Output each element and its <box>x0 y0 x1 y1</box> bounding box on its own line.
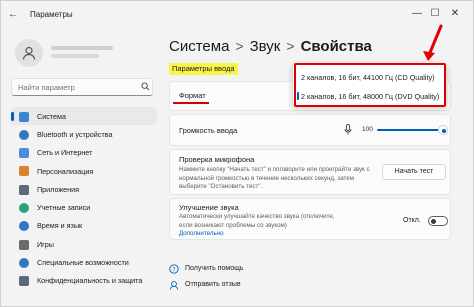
sidebar-item-bluetooth[interactable]: Bluetooth и устройства <box>11 125 157 143</box>
more-info-link[interactable]: Дополнительно <box>179 230 224 239</box>
sidebar-item-gaming[interactable]: Игры <box>11 235 157 253</box>
back-arrow-icon[interactable]: ← <box>7 9 19 21</box>
search-icon[interactable] <box>141 82 150 91</box>
page-title: Свойства <box>300 38 372 55</box>
sidebar-item-label: Специальные возможности <box>37 258 129 268</box>
sidebar-item-system[interactable]: Система <box>11 107 157 126</box>
volume-label: Громкость ввода <box>179 126 238 135</box>
sidebar-item-label: Время и язык <box>37 221 83 231</box>
sidebar-item-label: Персонализация <box>37 166 94 176</box>
app-title: Параметры <box>30 10 73 19</box>
shield-icon <box>19 276 29 287</box>
audio-enhance-description: Автоматически улучшайте качество звука (… <box>179 213 335 229</box>
send-feedback-link[interactable]: Отправить отзыв <box>185 281 241 288</box>
network-icon <box>19 148 29 159</box>
sidebar-item-label: Конфиденциальность и защита <box>37 276 143 286</box>
minimize-button[interactable]: — <box>409 7 425 21</box>
toggle-state-label: Откл. <box>403 217 421 224</box>
user-icon <box>22 46 36 60</box>
feedback-icon <box>170 281 178 290</box>
sidebar-item-label: Система <box>37 111 66 121</box>
breadcrumb-system[interactable]: Система <box>169 38 229 55</box>
format-label: Формат <box>179 91 206 100</box>
sidebar-item-accessibility[interactable]: Специальные возможности <box>11 253 157 271</box>
close-button[interactable]: ✕ <box>447 7 463 21</box>
volume-slider-thumb[interactable] <box>438 125 448 135</box>
svg-text:?: ? <box>172 267 175 274</box>
sidebar-item-privacy[interactable]: Конфиденциальность и защита <box>11 272 157 290</box>
sidebar-item-apps[interactable]: Приложения <box>11 180 157 198</box>
microphone-icon <box>344 124 352 135</box>
start-test-button[interactable]: Начать тест <box>382 164 446 180</box>
search-input[interactable] <box>11 78 153 96</box>
sidebar-nav: Система Bluetooth и устройства Сеть и Ин… <box>11 107 157 290</box>
user-email-redacted <box>51 54 99 58</box>
mic-test-title: Проверка микрофона <box>179 155 255 164</box>
volume-slider-track[interactable] <box>377 129 443 131</box>
annotation-arrow-icon <box>423 24 443 61</box>
breadcrumb: Система > Звук > Свойства <box>169 38 372 55</box>
brush-icon <box>19 166 29 177</box>
sidebar-item-label: Сеть и Интернет <box>37 148 93 158</box>
settings-window: ← Параметры — ☐ ✕ Система Bluetooth и ус… <box>0 0 474 307</box>
audio-enhance-title: Улучшение звука <box>179 203 239 212</box>
audio-enhance-toggle[interactable] <box>428 216 448 226</box>
breadcrumb-separator: > <box>286 38 295 54</box>
globe-icon <box>19 221 29 232</box>
breadcrumb-separator: > <box>235 38 244 54</box>
gamepad-icon <box>19 239 29 250</box>
sidebar-item-label: Приложения <box>37 184 80 194</box>
get-help-link[interactable]: Получить помощь <box>185 265 244 272</box>
breadcrumb-sound[interactable]: Звук <box>250 38 281 55</box>
monitor-icon <box>19 111 29 122</box>
account-icon <box>19 202 29 213</box>
sidebar-item-label: Учетные записи <box>37 203 91 213</box>
annotation-underline <box>173 102 209 104</box>
sidebar-item-label: Bluetooth и устройства <box>37 129 113 139</box>
sidebar-item-label: Игры <box>37 239 54 249</box>
sidebar-item-network[interactable]: Сеть и Интернет <box>11 144 157 162</box>
annotation-highlight-box <box>294 63 446 107</box>
user-name-redacted <box>51 46 113 50</box>
help-icon: ? <box>169 264 179 274</box>
bluetooth-icon <box>19 129 29 140</box>
avatar[interactable] <box>15 39 43 67</box>
apps-icon <box>19 184 29 195</box>
sidebar-item-personalization[interactable]: Персонализация <box>11 162 157 180</box>
sidebar-item-accounts[interactable]: Учетные записи <box>11 198 157 216</box>
accessibility-icon <box>19 257 29 268</box>
mic-test-description: Нажмите кнопку "Начать тест" и поговорит… <box>179 166 370 190</box>
maximize-button[interactable]: ☐ <box>427 7 443 21</box>
sidebar-item-time-language[interactable]: Время и язык <box>11 217 157 235</box>
section-label-input-settings: Параметры ввода <box>169 63 238 75</box>
volume-value: 100 <box>362 126 373 133</box>
title-bar: ← Параметры — ☐ ✕ <box>1 1 473 29</box>
